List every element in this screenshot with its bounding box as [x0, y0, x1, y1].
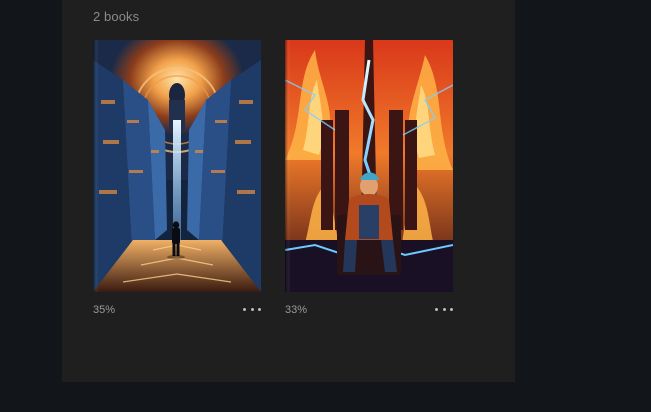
- cover-art-corridor-icon: [93, 40, 261, 292]
- more-horizontal-icon[interactable]: [435, 302, 453, 316]
- reading-progress: 35%: [93, 304, 116, 316]
- book-card[interactable]: 35%: [93, 40, 261, 322]
- book-meta: 35%: [93, 302, 261, 322]
- book-cover[interactable]: [93, 40, 261, 292]
- reading-progress: 33%: [285, 304, 308, 316]
- library-panel: 2 books 35% 33%: [62, 0, 515, 382]
- app-window: 2 books 35% 33%: [0, 0, 651, 412]
- more-horizontal-icon[interactable]: [243, 302, 261, 316]
- book-count: 2 books: [93, 9, 140, 24]
- book-card[interactable]: 33%: [285, 40, 453, 322]
- book-meta: 33%: [285, 302, 453, 322]
- book-cover[interactable]: [285, 40, 453, 292]
- cover-art-fire-throne-icon: [285, 40, 453, 292]
